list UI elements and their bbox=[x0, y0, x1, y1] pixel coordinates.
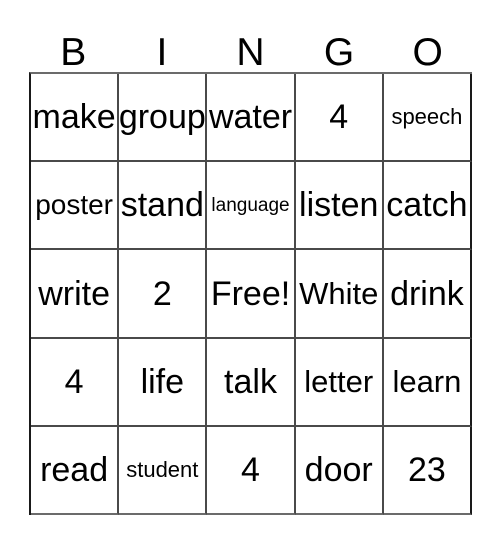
bingo-cell-r2c4[interactable]: listen bbox=[295, 162, 384, 251]
bingo-cell-r2c3[interactable]: language bbox=[207, 162, 296, 251]
bingo-header-letter-o: O bbox=[412, 31, 443, 74]
bingo-row: poster stand language listen catch bbox=[31, 162, 473, 251]
bingo-cell-r5c5[interactable]: 23 bbox=[383, 426, 473, 516]
bingo-row: 4 life talk letter learn bbox=[31, 338, 473, 427]
bingo-cell-r5c3[interactable]: 4 bbox=[207, 426, 296, 516]
bingo-cell-r3c1[interactable]: write bbox=[31, 250, 120, 339]
bingo-cell-r4c3[interactable]: talk bbox=[207, 338, 296, 427]
bingo-cell-r2c5[interactable]: catch bbox=[383, 162, 473, 251]
bingo-header-row: B I N G O bbox=[29, 14, 472, 72]
bingo-header-letter-b: B bbox=[60, 31, 87, 74]
bingo-cell-r4c5[interactable]: learn bbox=[383, 338, 473, 427]
bingo-cell-r1c5[interactable]: speech bbox=[383, 74, 473, 163]
bingo-card: B I N G O make group water 4 speech post… bbox=[0, 0, 500, 544]
bingo-cell-r5c2[interactable]: student bbox=[119, 426, 208, 516]
bingo-row: make group water 4 speech bbox=[31, 74, 473, 163]
bingo-row: read student 4 door 23 bbox=[31, 426, 473, 516]
bingo-cell-r1c2[interactable]: group bbox=[119, 74, 208, 163]
bingo-row: write 2 Free! White drink bbox=[31, 250, 473, 339]
bingo-cell-r1c4[interactable]: 4 bbox=[295, 74, 384, 163]
bingo-header-letter-i: I bbox=[156, 31, 168, 74]
bingo-cell-r1c1[interactable]: make bbox=[31, 74, 120, 163]
bingo-cell-free-space[interactable]: Free! bbox=[207, 250, 296, 339]
bingo-cell-r3c2[interactable]: 2 bbox=[119, 250, 208, 339]
bingo-cell-r3c5[interactable]: drink bbox=[383, 250, 473, 339]
bingo-cell-r4c4[interactable]: letter bbox=[295, 338, 384, 427]
bingo-cell-r4c1[interactable]: 4 bbox=[31, 338, 120, 427]
bingo-cell-r5c1[interactable]: read bbox=[31, 426, 120, 516]
bingo-grid: make group water 4 speech poster stand l… bbox=[29, 72, 473, 516]
bingo-cell-r2c2[interactable]: stand bbox=[119, 162, 208, 251]
bingo-header-letter-g: G bbox=[323, 31, 355, 74]
bingo-cell-r1c3[interactable]: water bbox=[207, 74, 296, 163]
bingo-cell-r5c4[interactable]: door bbox=[295, 426, 384, 516]
bingo-cell-r4c2[interactable]: life bbox=[119, 338, 208, 427]
bingo-cell-r3c4[interactable]: White bbox=[295, 250, 384, 339]
bingo-cell-r2c1[interactable]: poster bbox=[31, 162, 120, 251]
bingo-header-letter-n: N bbox=[236, 31, 265, 74]
